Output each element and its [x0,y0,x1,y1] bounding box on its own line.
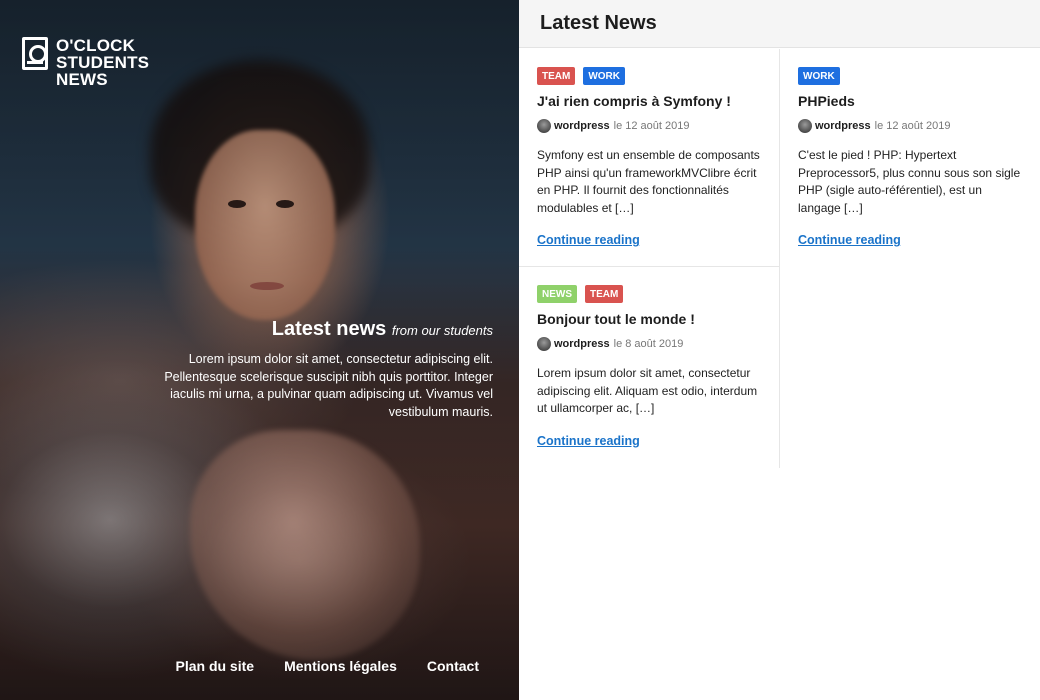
post-date: le 12 août 2019 [874,120,951,132]
tag-badge[interactable]: TEAM [585,285,624,303]
avatar [798,119,812,133]
post-tags: WORK [798,67,1023,85]
post-meta: wordpress le 12 août 2019 [798,119,1023,133]
footer-link-contact[interactable]: Contact [427,658,479,674]
post-meta: wordpress le 8 août 2019 [537,337,761,351]
post-excerpt: Symfony est un ensemble de composants PH… [537,148,760,215]
page-title: Latest News [540,12,657,34]
content-header: Latest News [519,0,1040,48]
post-title[interactable]: PHPieds [798,93,1023,109]
post-card: NEWS TEAM Bonjour tout le monde ! wordpr… [519,267,780,468]
post-date: le 12 août 2019 [613,120,690,132]
avatar [537,337,551,351]
tag-badge[interactable]: WORK [583,67,626,85]
logo-icon [22,37,48,70]
post-author[interactable]: wordpress [554,338,610,350]
hero-text: Lorem ipsum dolor sit amet, consectetur … [164,352,493,419]
tag-badge[interactable]: TEAM [537,67,576,85]
avatar [537,119,551,133]
tag-badge[interactable]: NEWS [537,285,577,303]
continue-reading-link[interactable]: Continue reading [537,434,640,448]
post-meta: wordpress le 12 août 2019 [537,119,761,133]
post-author[interactable]: wordpress [815,120,871,132]
post-title[interactable]: J'ai rien compris à Symfony ! [537,93,761,109]
hero-copy: Latest news from our students Lorem ipsu… [153,318,493,421]
post-tags: TEAM WORK [537,67,761,85]
continue-reading-link[interactable]: Continue reading [537,233,640,247]
logo-text: O'CLOCK STUDENTS NEWS [56,36,150,89]
hero-title: Latest news from our students [271,318,493,340]
post-author[interactable]: wordpress [554,120,610,132]
site-logo[interactable]: O'CLOCK STUDENTS NEWS [22,37,149,88]
post-date: le 8 août 2019 [613,338,684,350]
post-card: TEAM WORK J'ai rien compris à Symfony ! … [519,49,780,267]
post-excerpt: C'est le pied ! PHP: Hypertext Preproces… [798,148,1021,215]
hero-panel: O'CLOCK STUDENTS NEWS Latest news from o… [0,0,519,700]
hero-subtitle: from our students [391,323,493,338]
tag-badge[interactable]: WORK [798,67,840,85]
post-tags: NEWS TEAM [537,285,761,303]
post-excerpt: Lorem ipsum dolor sit amet, consectetur … [537,366,758,415]
post-title[interactable]: Bonjour tout le monde ! [537,311,761,327]
post-card: WORK PHPieds wordpress le 12 août 2019 C… [780,49,1040,267]
continue-reading-link[interactable]: Continue reading [798,233,901,247]
main-content: Latest News TEAM WORK J'ai rien compris … [519,0,1040,700]
footer-nav: Plan du site Mentions légales Contact [0,658,519,674]
footer-link-plan[interactable]: Plan du site [175,658,254,674]
footer-link-mentions[interactable]: Mentions légales [284,658,397,674]
